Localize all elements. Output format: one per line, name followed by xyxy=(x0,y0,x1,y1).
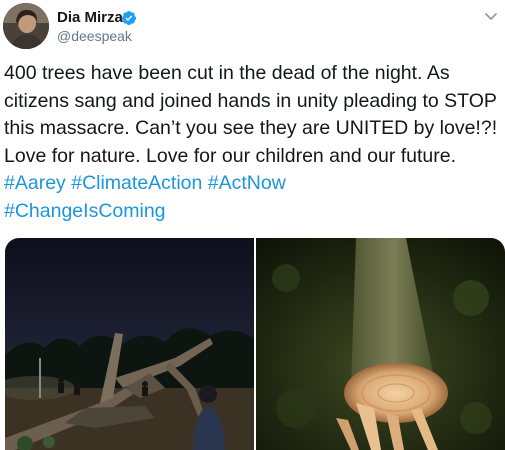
media-grid xyxy=(5,238,505,450)
avatar[interactable] xyxy=(3,3,49,49)
author-handle[interactable]: @deespeak xyxy=(57,28,132,45)
photo-cut-trunk[interactable] xyxy=(256,238,505,450)
hashtag-link[interactable]: #Aarey xyxy=(4,172,66,194)
tweet-body: 400 trees have been cut in the dead of t… xyxy=(4,62,498,167)
tweet-text: 400 trees have been cut in the dead of t… xyxy=(4,60,499,225)
photo-fallen-tree-night[interactable] xyxy=(5,238,254,450)
chevron-down-icon[interactable] xyxy=(483,8,499,24)
author-name[interactable]: Dia Mirza xyxy=(57,9,123,27)
hashtag-link[interactable]: #ActNow xyxy=(208,172,286,194)
hashtag-link[interactable]: #ChangeIsComing xyxy=(4,200,166,222)
hashtag-link[interactable]: #ClimateAction xyxy=(71,172,202,194)
verified-badge-icon xyxy=(121,11,136,25)
avatar-image xyxy=(3,3,49,49)
